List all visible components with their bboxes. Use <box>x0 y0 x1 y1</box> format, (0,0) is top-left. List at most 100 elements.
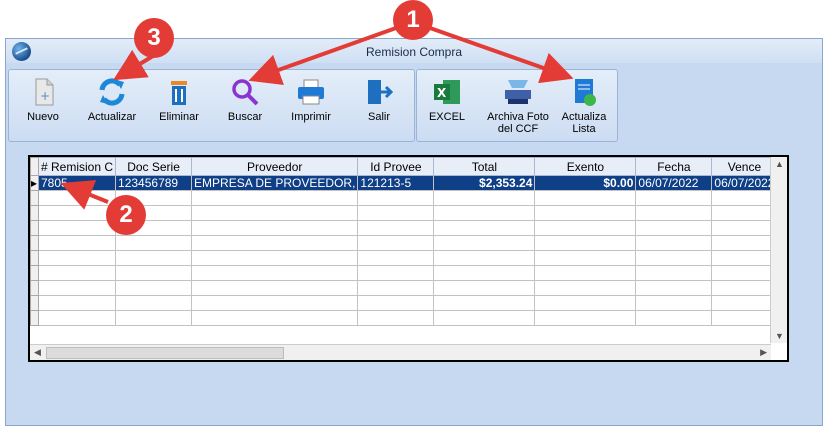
grid-cell[interactable] <box>711 250 778 266</box>
nuevo-button[interactable]: + Nuevo <box>13 76 73 123</box>
grid-cell[interactable] <box>711 235 778 251</box>
row-header[interactable] <box>30 220 39 236</box>
grid-cell[interactable] <box>37 220 117 236</box>
grid-cell[interactable] <box>115 280 193 296</box>
cell-exento[interactable]: $0.00 <box>534 175 637 191</box>
grid-cell[interactable] <box>433 280 536 296</box>
scroll-right-icon[interactable]: ▶ <box>760 347 767 358</box>
grid-cell[interactable] <box>711 265 778 281</box>
cell-proveedor[interactable]: EMPRESA DE PROVEEDOR, <box>191 175 359 191</box>
grid-cell[interactable] <box>115 310 193 326</box>
grid-cell[interactable] <box>191 235 359 251</box>
grid-cell[interactable] <box>534 190 637 206</box>
cell-total[interactable]: $2,353.24 <box>433 175 536 191</box>
table-row[interactable]: ▸ 7805 123456789 EMPRESA DE PROVEEDOR, 1… <box>30 175 778 191</box>
grid-cell[interactable] <box>433 205 536 221</box>
col-proveedor[interactable]: Proveedor <box>191 157 359 176</box>
table-row[interactable] <box>30 280 778 296</box>
table-row[interactable] <box>30 250 778 266</box>
grid-cell[interactable] <box>357 265 435 281</box>
grid-cell[interactable] <box>357 190 435 206</box>
grid-cell[interactable] <box>37 295 117 311</box>
grid-cell[interactable] <box>534 280 637 296</box>
grid-cell[interactable] <box>635 295 713 311</box>
table-row[interactable] <box>30 235 778 251</box>
grid-cell[interactable] <box>711 190 778 206</box>
grid-cell[interactable] <box>115 265 193 281</box>
table-row[interactable] <box>30 310 778 326</box>
grid-cell[interactable] <box>37 310 117 326</box>
grid-cell[interactable] <box>534 295 637 311</box>
grid-cell[interactable] <box>711 280 778 296</box>
grid-cell[interactable] <box>37 205 117 221</box>
grid-cell[interactable] <box>635 265 713 281</box>
grid-cell[interactable] <box>357 235 435 251</box>
grid-cell[interactable] <box>191 250 359 266</box>
grid-cell[interactable] <box>191 310 359 326</box>
excel-button[interactable]: X EXCEL <box>421 76 473 123</box>
grid-cell[interactable] <box>635 205 713 221</box>
grid-cell[interactable] <box>635 235 713 251</box>
grid-cell[interactable] <box>191 190 359 206</box>
grid-cell[interactable] <box>191 265 359 281</box>
table-row[interactable] <box>30 265 778 281</box>
grid-cell[interactable] <box>534 250 637 266</box>
grid-cell[interactable] <box>357 220 435 236</box>
grid-cell[interactable] <box>115 235 193 251</box>
grid-cell[interactable] <box>635 280 713 296</box>
grid-cell[interactable] <box>433 310 536 326</box>
grid-cell[interactable] <box>357 250 435 266</box>
grid-cell[interactable] <box>635 250 713 266</box>
col-vence[interactable]: Vence <box>711 157 778 176</box>
grid-cell[interactable] <box>534 310 637 326</box>
cell-fecha[interactable]: 06/07/2022 <box>635 175 713 191</box>
cell-vence[interactable]: 06/07/2022 <box>711 175 778 191</box>
actualizar-button[interactable]: Actualizar <box>82 76 142 123</box>
grid-cell[interactable] <box>37 190 117 206</box>
grid-cell[interactable] <box>433 190 536 206</box>
grid-cell[interactable] <box>357 205 435 221</box>
row-header[interactable] <box>30 295 39 311</box>
scroll-left-icon[interactable]: ◀ <box>34 347 41 358</box>
actualiza-lista-button[interactable]: Actualiza Lista <box>557 76 611 135</box>
grid-cell[interactable] <box>534 205 637 221</box>
grid-cell[interactable] <box>534 235 637 251</box>
horizontal-scrollbar[interactable]: ◀ ▶ <box>30 344 771 360</box>
grid-cell[interactable] <box>635 190 713 206</box>
grid-cell[interactable] <box>711 295 778 311</box>
grid-cell[interactable] <box>433 220 536 236</box>
archiva-foto-button[interactable]: Archiva Foto del CCF <box>481 76 555 135</box>
horizontal-scroll-thumb[interactable] <box>46 347 284 359</box>
col-id-provee[interactable]: Id Provee <box>357 157 435 176</box>
grid-cell[interactable] <box>191 295 359 311</box>
grid-cell[interactable] <box>191 205 359 221</box>
grid-cell[interactable] <box>357 295 435 311</box>
grid-cell[interactable] <box>534 265 637 281</box>
col-doc-serie[interactable]: Doc Serie <box>115 157 193 176</box>
vertical-scrollbar[interactable]: ▲ ▼ <box>770 157 787 343</box>
row-header[interactable] <box>30 205 39 221</box>
row-header[interactable] <box>30 190 39 206</box>
grid-cell[interactable] <box>433 265 536 281</box>
grid-cell[interactable] <box>37 250 117 266</box>
grid-cell[interactable] <box>357 310 435 326</box>
grid-cell[interactable] <box>115 295 193 311</box>
grid-cell[interactable] <box>534 220 637 236</box>
table-row[interactable] <box>30 295 778 311</box>
grid-cell[interactable] <box>191 280 359 296</box>
buscar-button[interactable]: Buscar <box>215 76 275 123</box>
row-header[interactable] <box>30 250 39 266</box>
remision-grid[interactable]: # Remision C Doc Serie Proveedor Id Prov… <box>28 155 789 362</box>
col-total[interactable]: Total <box>433 157 536 176</box>
scroll-down-icon[interactable]: ▼ <box>775 331 784 341</box>
imprimir-button[interactable]: Imprimir <box>281 76 341 123</box>
grid-cell[interactable] <box>115 250 193 266</box>
grid-cell[interactable] <box>191 220 359 236</box>
row-header[interactable] <box>30 265 39 281</box>
salir-button[interactable]: Salir <box>349 76 409 123</box>
grid-cell[interactable] <box>37 265 117 281</box>
grid-cell[interactable] <box>711 205 778 221</box>
grid-cell[interactable] <box>433 250 536 266</box>
cell-id-provee[interactable]: 121213-5 <box>357 175 435 191</box>
grid-cell[interactable] <box>635 220 713 236</box>
